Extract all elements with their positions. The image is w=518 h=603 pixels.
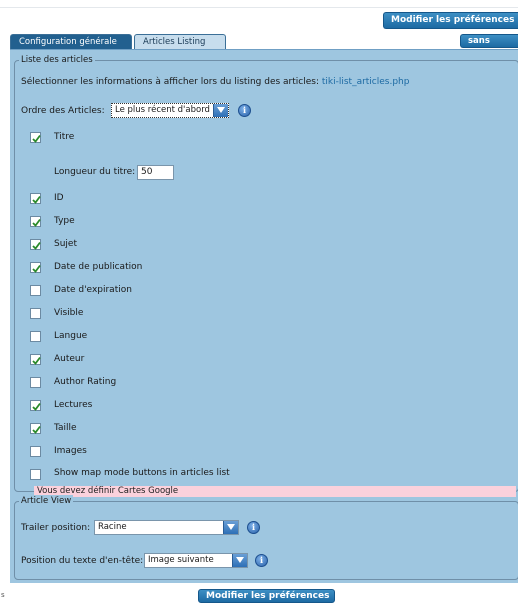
order-label: Ordre des Articles: xyxy=(21,106,105,116)
list-intro: Sélectionner les informations à afficher… xyxy=(21,76,409,89)
checkbox-date-expiration[interactable] xyxy=(30,285,41,296)
chevron-down-icon xyxy=(213,104,228,117)
label-auteur: Auteur xyxy=(54,354,85,364)
title-length-input[interactable]: 50 xyxy=(137,165,174,180)
header-text-position-value: Image suivante xyxy=(148,555,214,565)
label-author-rating: Author Rating xyxy=(54,377,117,387)
save-preferences-button-bottom[interactable]: Modifier les préférences xyxy=(198,589,335,603)
trailer-position-select[interactable]: Racine xyxy=(94,520,239,535)
order-select-value: Le plus récent d'abord xyxy=(115,105,210,115)
header-text-position-label: Position du texte d'en-tête: xyxy=(21,556,144,566)
article-view-legend: Article View xyxy=(19,495,74,507)
label-lectures: Lectures xyxy=(54,400,93,410)
checkbox-images[interactable] xyxy=(30,446,41,457)
article-view-section: Article View Trailer position: Racine i … xyxy=(14,495,518,580)
chevron-down-icon xyxy=(223,521,238,534)
list-intro-text: Sélectionner les informations à afficher… xyxy=(21,77,319,87)
label-visible: Visible xyxy=(54,308,84,318)
label-titre: Titre xyxy=(54,132,75,142)
checkbox-date-publication[interactable] xyxy=(30,262,41,273)
label-type: Type xyxy=(54,216,75,226)
checkbox-visible[interactable] xyxy=(30,308,41,319)
chevron-down-icon xyxy=(232,554,247,567)
google-maps-warning: Vous devez définir Cartes Google xyxy=(34,486,516,497)
label-images: Images xyxy=(54,446,87,456)
list-intro-link[interactable]: tiki-list_articles.php xyxy=(322,77,410,87)
label-id: ID xyxy=(54,193,64,203)
checkbox-map-mode[interactable] xyxy=(30,469,41,480)
checkbox-langue[interactable] xyxy=(30,331,41,342)
trailer-position-label: Trailer position: xyxy=(21,523,91,533)
no-tabs-button[interactable]: sans onglet xyxy=(460,34,518,58)
order-select[interactable]: Le plus récent d'abord xyxy=(111,103,229,118)
label-map-mode: Show map mode buttons in articles list xyxy=(54,468,230,478)
tab-articles-listing[interactable]: Articles Listing xyxy=(134,34,226,49)
checkbox-sujet[interactable] xyxy=(30,239,41,250)
label-sujet: Sujet xyxy=(54,239,77,249)
label-taille: Taille xyxy=(54,423,77,433)
checkbox-author-rating[interactable] xyxy=(30,377,41,388)
checkbox-type[interactable] xyxy=(30,216,41,227)
title-length-label: Longueur du titre: xyxy=(54,167,136,177)
list-section: Liste des articles Sélectionner les info… xyxy=(14,54,518,497)
label-date-publication: Date de publication xyxy=(54,262,143,272)
checkbox-lectures[interactable] xyxy=(30,400,41,411)
tab-panel: Liste des articles Sélectionner les info… xyxy=(10,49,518,583)
checkbox-id[interactable] xyxy=(30,193,41,204)
information-icon[interactable]: i xyxy=(247,521,260,534)
checkbox-taille[interactable] xyxy=(30,423,41,434)
information-icon[interactable]: i xyxy=(238,104,251,117)
checkbox-auteur[interactable] xyxy=(30,354,41,365)
save-preferences-button-top[interactable]: Modifier les préférences xyxy=(383,12,518,29)
top-divider xyxy=(0,7,518,8)
side-mark: s xyxy=(1,591,5,599)
header-text-position-select[interactable]: Image suivante xyxy=(144,553,248,568)
information-icon[interactable]: i xyxy=(255,554,268,567)
trailer-position-value: Racine xyxy=(98,522,127,532)
label-langue: Langue xyxy=(54,331,88,341)
list-section-legend: Liste des articles xyxy=(19,54,95,66)
label-date-expiration: Date d'expiration xyxy=(54,285,132,295)
checkbox-titre[interactable] xyxy=(30,132,41,143)
tab-general-config[interactable]: Configuration générale xyxy=(10,34,132,49)
